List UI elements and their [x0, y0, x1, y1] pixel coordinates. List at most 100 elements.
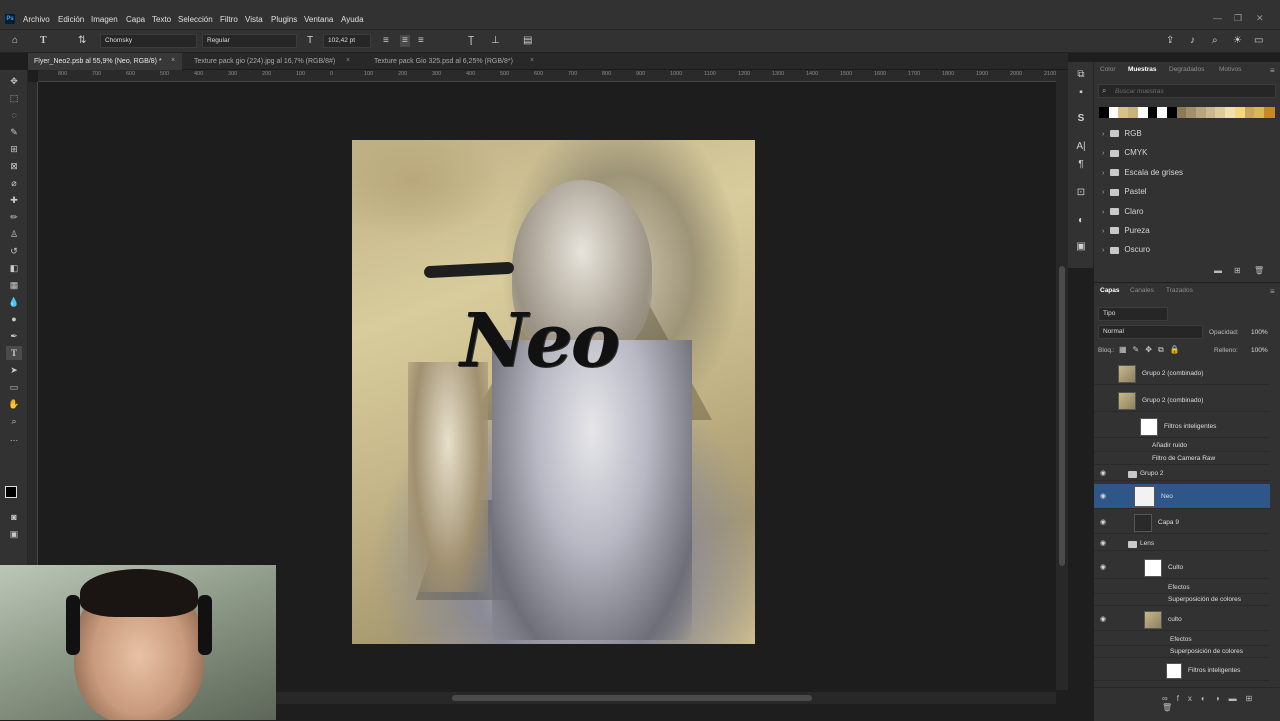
new-swatch-icon[interactable]: ⊞: [1234, 266, 1241, 275]
minimize-icon[interactable]: —: [1213, 13, 1222, 23]
menu-edición[interactable]: Edición: [58, 15, 84, 24]
foreground-color-swatch[interactable]: [5, 486, 17, 498]
visibility-eye-icon[interactable]: ◉: [1100, 519, 1110, 527]
layer-row[interactable]: ◉ Capa 9: [1094, 512, 1270, 534]
marquee-tool-icon[interactable]: ⬚: [6, 91, 22, 105]
frame-tool-icon[interactable]: ⊠: [6, 159, 22, 173]
tab-paths[interactable]: Trazados: [1166, 287, 1193, 294]
layer-row[interactable]: ◉ Lens: [1094, 537, 1270, 551]
share-icon[interactable]: ⇪: [1166, 35, 1174, 47]
styles-icon[interactable]: S: [1074, 112, 1088, 126]
eyedropper-icon[interactable]: ⌀: [6, 176, 22, 190]
paragraph-icon[interactable]: ¶: [1074, 158, 1088, 172]
menu-capa[interactable]: Capa: [126, 15, 145, 24]
visibility-eye-icon[interactable]: ◉: [1100, 564, 1110, 572]
lasso-tool-icon[interactable]: ◌: [6, 108, 22, 122]
text-orientation-icon[interactable]: ⇅: [78, 35, 86, 47]
libraries-icon[interactable]: ⊡: [1074, 186, 1088, 200]
tab-layers[interactable]: Capas: [1100, 287, 1120, 294]
crop-tool-icon[interactable]: ⊞: [6, 142, 22, 156]
home-icon[interactable]: ⌂: [12, 35, 18, 47]
horizontal-scroll-thumb[interactable]: [452, 695, 812, 701]
stamp-tool-icon[interactable]: ♙: [6, 227, 22, 241]
properties-icon[interactable]: ▣: [1074, 240, 1088, 254]
new-group-icon[interactable]: ▬: [1214, 266, 1222, 275]
layer-row[interactable]: ◉ Neo: [1094, 484, 1270, 509]
comments-icon[interactable]: ▪: [1074, 86, 1088, 100]
layer-row[interactable]: Añadir ruido: [1094, 440, 1270, 452]
search-icon[interactable]: ⌕: [1212, 35, 1218, 47]
layer-row[interactable]: ◉ Grupo 2: [1094, 467, 1270, 481]
move-tool-icon[interactable]: ✥: [6, 74, 22, 88]
zoom-tool-icon[interactable]: ⌕: [6, 414, 22, 428]
menu-archivo[interactable]: Archivo: [23, 15, 50, 24]
swatch-folder-claro[interactable]: › Claro: [1102, 207, 1143, 216]
color-swatch[interactable]: [1263, 107, 1275, 118]
swatch-folder-oscuro[interactable]: › Oscuro: [1102, 245, 1150, 254]
quick-mask-icon[interactable]: ◙: [6, 510, 22, 524]
flyer-artwork[interactable]: Neo: [352, 140, 755, 644]
visibility-eye-icon[interactable]: ◉: [1100, 616, 1110, 624]
brush-tool-icon[interactable]: ✏: [6, 210, 22, 224]
swatch-folder-escala-de-grises[interactable]: › Escala de grises: [1102, 168, 1183, 177]
healing-brush-icon[interactable]: ✚: [6, 193, 22, 207]
font-family-select[interactable]: Chomsky: [100, 34, 197, 48]
layer-row[interactable]: ◉ culto: [1094, 609, 1270, 631]
path-selection-icon[interactable]: ➤: [6, 363, 22, 377]
swatch-folder-pastel[interactable]: › Pastel: [1102, 187, 1147, 196]
swatch-folder-pureza[interactable]: › Pureza: [1102, 226, 1150, 235]
layer-row[interactable]: ◉ Culto: [1094, 557, 1270, 579]
swatch-folder-rgb[interactable]: › RGB: [1102, 129, 1142, 138]
tab-texture-325[interactable]: Texture pack Gio 325.psd al 6,25% (RGB/8…: [368, 53, 543, 70]
discover-icon[interactable]: ☀: [1233, 35, 1242, 47]
character-panel-icon[interactable]: ▤: [523, 35, 532, 47]
visibility-eye-icon[interactable]: ◉: [1100, 493, 1110, 501]
history-brush-icon[interactable]: ↺: [6, 244, 22, 258]
tab-channels[interactable]: Canales: [1130, 287, 1154, 294]
layer-row[interactable]: Filtro de Camera Raw: [1094, 453, 1270, 465]
visibility-eye-icon[interactable]: ◉: [1100, 470, 1110, 478]
workspace-icon[interactable]: ▭: [1254, 35, 1263, 47]
restore-icon[interactable]: ❐: [1234, 13, 1242, 24]
close-tab-icon[interactable]: ×: [346, 57, 350, 64]
gradient-tool-icon[interactable]: ▦: [6, 278, 22, 292]
opacity-value[interactable]: 100%: [1251, 329, 1268, 336]
layer-row[interactable]: Filtros inteligentes: [1094, 661, 1270, 681]
close-icon[interactable]: ✕: [1256, 13, 1264, 24]
neo-headline[interactable]: Neo: [460, 298, 620, 384]
horizontal-scrollbar[interactable]: [276, 692, 1056, 704]
layer-row[interactable]: Superposición de colores: [1094, 646, 1270, 658]
layer-filter-select[interactable]: Tipo: [1098, 307, 1168, 321]
history-panel-icon[interactable]: ⧉: [1074, 68, 1088, 82]
cancel-text-icon[interactable]: ⊥: [491, 35, 500, 47]
align-center-icon[interactable]: ≡: [400, 35, 410, 47]
hand-tool-icon[interactable]: ✋: [6, 397, 22, 411]
menu-imagen[interactable]: Imagen: [91, 15, 118, 24]
layer-action-icons[interactable]: ∞fx◐◑▬⊞🗑: [1162, 694, 1280, 712]
layer-row[interactable]: Efectos: [1094, 634, 1270, 646]
rectangle-tool-icon[interactable]: ▭: [6, 380, 22, 394]
menu-filtro[interactable]: Filtro: [220, 15, 238, 24]
menu-selección[interactable]: Selección: [178, 15, 213, 24]
menu-vista[interactable]: Vista: [245, 15, 263, 24]
more-tools-icon[interactable]: …: [6, 431, 22, 445]
blur-tool-icon[interactable]: 💧: [6, 295, 22, 309]
delete-swatch-icon[interactable]: 🗑: [1254, 266, 1264, 275]
layer-row[interactable]: Superposición de colores: [1094, 594, 1270, 606]
menu-plugins[interactable]: Plugins: [271, 15, 297, 24]
type-tool-icon[interactable]: T: [40, 35, 47, 47]
panel-menu-icon[interactable]: ≡: [1270, 66, 1275, 75]
swatch-folder-cmyk[interactable]: › CMYK: [1102, 148, 1147, 157]
layer-row[interactable]: Grupo 2 (combinado): [1094, 390, 1270, 412]
pen-tool-icon[interactable]: ✒: [6, 329, 22, 343]
lock-icons[interactable]: ▦✎✥⧉🔒: [1119, 345, 1186, 355]
character-icon[interactable]: A|: [1074, 140, 1088, 154]
tab-flyer-neo[interactable]: Flyer_Neo2.psb al 55,9% (Neo, RGB/8) *: [28, 53, 182, 70]
close-tab-icon[interactable]: ×: [530, 57, 534, 64]
blend-mode-select[interactable]: Normal: [1098, 325, 1203, 339]
type-tool-active-icon[interactable]: T: [6, 346, 22, 360]
menu-texto[interactable]: Texto: [152, 15, 171, 24]
dodge-tool-icon[interactable]: ●: [6, 312, 22, 326]
vertical-scroll-thumb[interactable]: [1059, 266, 1065, 566]
font-style-select[interactable]: Regular: [202, 34, 297, 48]
